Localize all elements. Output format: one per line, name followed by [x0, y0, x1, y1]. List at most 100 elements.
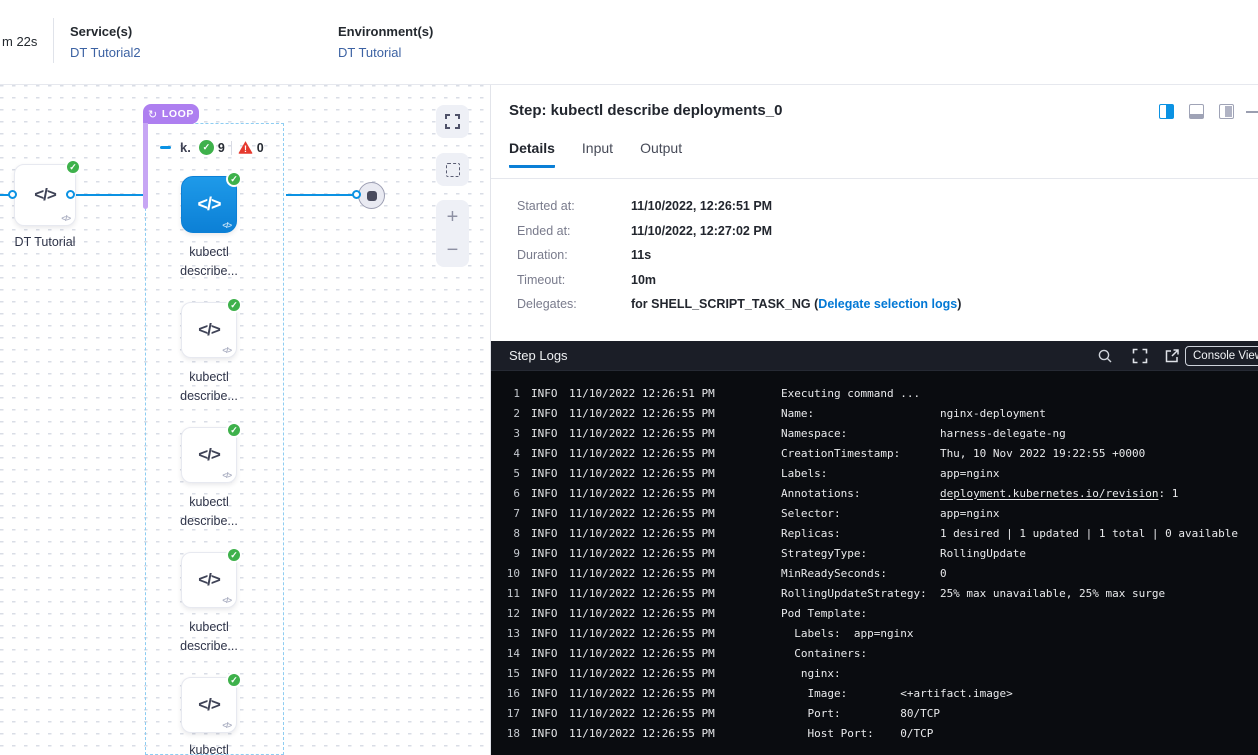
detail-label: Timeout: — [517, 273, 631, 287]
log-line-number: 15 — [503, 667, 520, 680]
pipeline-execution-page: m 22s Service(s) DT Tutorial2 Environmen… — [0, 0, 1258, 755]
log-message: Labels: app=nginx — [781, 627, 913, 640]
pipeline-end-node[interactable] — [358, 182, 385, 209]
log-message: Replicas: 1 desired | 1 updated | 1 tota… — [781, 527, 1238, 540]
pipeline-graph-canvas[interactable]: </> </> DT Tutorial ↻ LOOP k. 9 ! 0 </><… — [0, 85, 490, 755]
log-message: Namespace: harness-delegate-ng — [781, 427, 1066, 440]
detail-row-2: Duration:11s — [517, 248, 961, 273]
header-divider — [53, 18, 54, 63]
success-check-icon — [226, 297, 242, 313]
step-tabs: Details Input Output — [509, 140, 709, 168]
log-line-2: 2INFO11/10/2022 12:26:55 PMName: nginx-d… — [491, 403, 1258, 423]
detail-label: Duration: — [517, 248, 631, 262]
log-timestamp: 11/10/2022 12:26:55 PM — [569, 407, 715, 420]
log-line-17: 17INFO11/10/2022 12:26:55 PM Port: 80/TC… — [491, 703, 1258, 723]
loop-step-label-1: kubectldescribe... — [139, 368, 279, 406]
layout-split-right-button[interactable] — [1159, 104, 1174, 119]
zoom-in-button[interactable]: + — [447, 207, 459, 227]
log-timestamp: 11/10/2022 12:26:55 PM — [569, 667, 715, 680]
log-level: INFO — [531, 507, 569, 520]
log-message: StrategyType: RollingUpdate — [781, 547, 1026, 560]
panel-layout-toggles — [1159, 104, 1249, 119]
port-start-right — [66, 190, 75, 199]
detail-row-delegates: Delegates:for SHELL_SCRIPT_TASK_NG (Dele… — [517, 297, 961, 322]
environment-label: Environment(s) — [338, 24, 433, 39]
stop-icon — [367, 191, 377, 201]
loop-step-node-2[interactable]: </></> — [181, 427, 237, 483]
log-line-9: 9INFO11/10/2022 12:26:55 PMStrategyType:… — [491, 543, 1258, 563]
environment-link[interactable]: DT Tutorial — [338, 45, 433, 60]
log-line-11: 11INFO11/10/2022 12:26:55 PMRollingUpdat… — [491, 583, 1258, 603]
log-annotation-link[interactable]: deployment.kubernetes.io/revision — [940, 487, 1159, 500]
loop-step-node-4[interactable]: </></> — [181, 677, 237, 733]
code-icon: </> — [34, 185, 56, 205]
loop-step-label-0: kubectldescribe... — [139, 243, 279, 281]
log-message: Pod Template: — [781, 607, 867, 620]
log-message: Port: 80/TCP — [781, 707, 940, 720]
success-check-icon — [226, 672, 242, 688]
console-view-button[interactable]: Console View — [1185, 346, 1258, 366]
loop-step-node-3[interactable]: </></> — [181, 552, 237, 608]
log-level: INFO — [531, 727, 569, 740]
log-line-3: 3INFO11/10/2022 12:26:55 PMNamespace: ha… — [491, 423, 1258, 443]
log-level: INFO — [531, 547, 569, 560]
loop-step-node-1[interactable]: </></> — [181, 302, 237, 358]
success-check-icon — [65, 159, 81, 175]
loop-step-label-2: kubectldescribe... — [139, 493, 279, 531]
log-line-number: 14 — [503, 647, 520, 660]
panel-collapse-icon[interactable] — [1246, 111, 1258, 113]
service-link[interactable]: DT Tutorial2 — [70, 45, 141, 60]
log-line-number: 13 — [503, 627, 520, 640]
canvas-fullscreen-button[interactable] — [436, 105, 469, 138]
log-fullscreen-icon[interactable] — [1132, 348, 1148, 364]
log-line-number: 5 — [503, 467, 520, 480]
tab-details[interactable]: Details — [509, 140, 555, 168]
success-check-icon — [226, 171, 242, 187]
log-line-18: 18INFO11/10/2022 12:26:55 PM Host Port: … — [491, 723, 1258, 743]
log-timestamp: 11/10/2022 12:26:55 PM — [569, 527, 715, 540]
success-count: 9 — [218, 141, 225, 155]
code-icon: </> — [198, 570, 220, 590]
service-block: Service(s) DT Tutorial2 — [70, 24, 141, 60]
log-timestamp: 11/10/2022 12:26:55 PM — [569, 567, 715, 580]
log-search-icon[interactable] — [1097, 348, 1113, 364]
count-separator — [231, 141, 232, 155]
log-message: CreationTimestamp: Thu, 10 Nov 2022 19:2… — [781, 447, 1145, 460]
edge-loop-to-end — [286, 194, 353, 196]
detail-row-3: Timeout:10m — [517, 273, 961, 298]
log-open-new-tab-icon[interactable] — [1164, 348, 1180, 364]
log-message: Selector: app=nginx — [781, 507, 1000, 520]
log-timestamp: 11/10/2022 12:26:55 PM — [569, 627, 715, 640]
port-start-left — [8, 190, 17, 199]
success-count-icon — [199, 140, 214, 155]
layout-right-button[interactable] — [1219, 104, 1234, 119]
log-level: INFO — [531, 647, 569, 660]
log-line-number: 1 — [503, 387, 520, 400]
loop-group-name: k. — [180, 140, 191, 155]
zoom-out-button[interactable]: − — [447, 240, 459, 260]
code-icon: </> — [198, 445, 220, 465]
success-check-icon — [226, 547, 242, 563]
log-message: Executing command ... — [781, 387, 920, 400]
canvas-select-button[interactable] — [436, 153, 469, 186]
loop-step-node-0[interactable]: </></> — [181, 176, 237, 233]
collapse-group-button[interactable] — [160, 146, 171, 149]
code-icon: </> — [198, 320, 220, 340]
tab-input[interactable]: Input — [582, 140, 613, 168]
log-message: Labels: app=nginx — [781, 467, 1000, 480]
script-type-icon: </> — [222, 221, 231, 230]
log-level: INFO — [531, 407, 569, 420]
delegate-selection-logs-link[interactable]: Delegate selection logs — [818, 297, 957, 311]
step-logs-body[interactable]: 1INFO11/10/2022 12:26:51 PMExecuting com… — [491, 372, 1258, 755]
log-line-10: 10INFO11/10/2022 12:26:55 PMMinReadySeco… — [491, 563, 1258, 583]
tab-output[interactable]: Output — [640, 140, 682, 168]
step-details-list: Started at:11/10/2022, 12:26:51 PMEnded … — [517, 199, 961, 322]
log-timestamp: 11/10/2022 12:26:55 PM — [569, 507, 715, 520]
success-check-icon — [226, 422, 242, 438]
layout-bottom-button[interactable] — [1189, 104, 1204, 119]
log-level: INFO — [531, 667, 569, 680]
loop-badge-label: LOOP — [162, 108, 194, 120]
failed-count: 0 — [257, 141, 264, 155]
log-timestamp: 11/10/2022 12:26:55 PM — [569, 467, 715, 480]
log-message: Annotations: deployment.kubernetes.io/re… — [781, 487, 1178, 500]
